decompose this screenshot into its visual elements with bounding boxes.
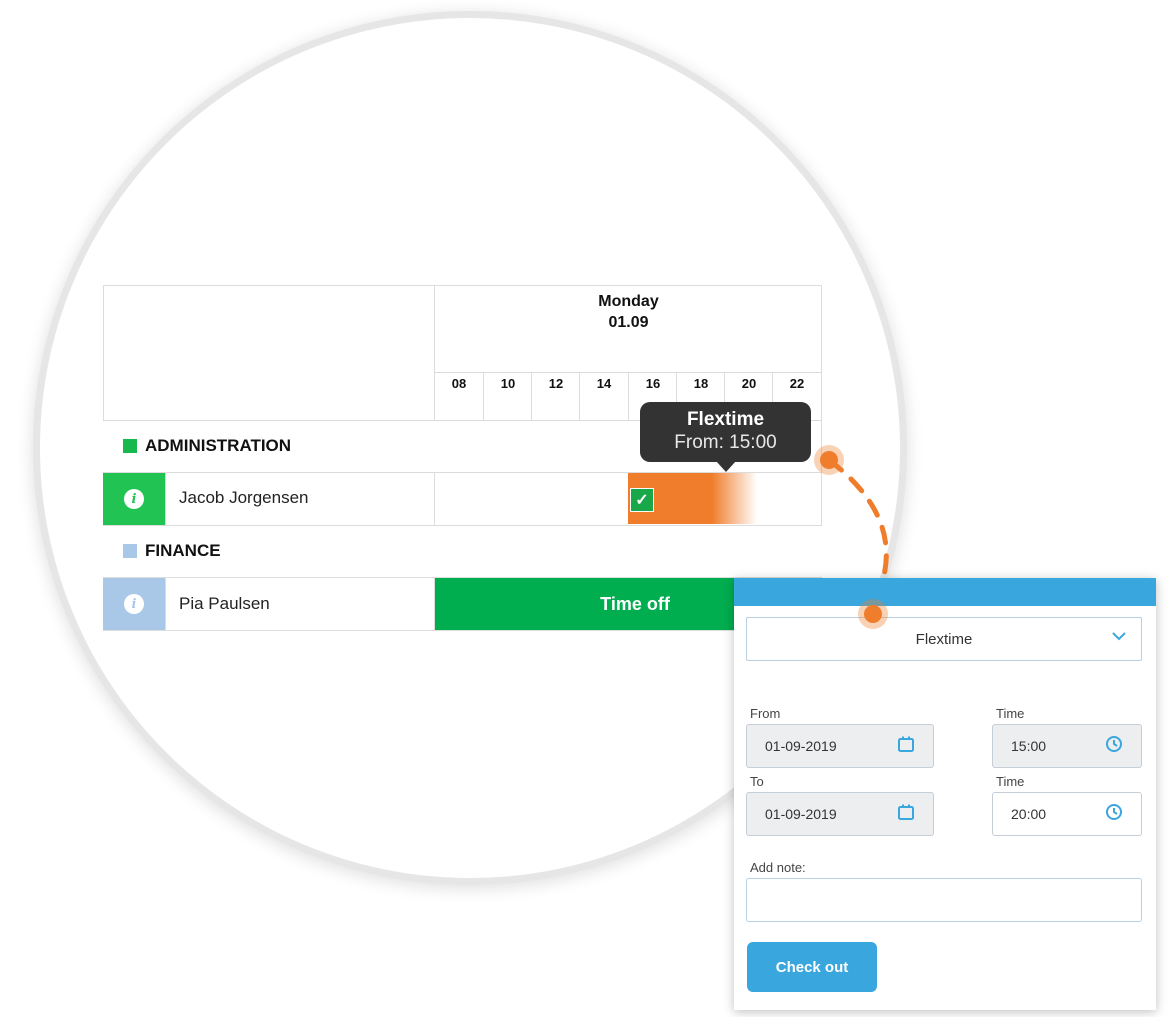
calendar-icon[interactable] bbox=[897, 735, 915, 756]
to-time-value: 20:00 bbox=[1011, 806, 1047, 822]
calendar-icon[interactable] bbox=[897, 803, 915, 824]
clock-icon[interactable] bbox=[1105, 735, 1123, 756]
note-input[interactable] bbox=[746, 878, 1142, 922]
from-date-field[interactable]: 01-09-2019 bbox=[746, 724, 934, 768]
to-date-field[interactable]: 01-09-2019 bbox=[746, 792, 934, 836]
to-time-label: Time bbox=[996, 774, 1025, 789]
chevron-down-icon[interactable] bbox=[1111, 628, 1127, 649]
panel-header bbox=[734, 578, 1156, 606]
absence-type-select[interactable]: Flextime bbox=[746, 617, 1142, 661]
to-date-value: 01-09-2019 bbox=[765, 806, 837, 822]
clock-icon[interactable] bbox=[1105, 803, 1123, 824]
from-date-value: 01-09-2019 bbox=[765, 738, 837, 754]
to-time-field[interactable]: 20:00 bbox=[992, 792, 1142, 836]
checkout-panel: Flextime From Time 01-09-2019 15:00 To T… bbox=[734, 578, 1156, 1010]
from-label: From bbox=[750, 706, 781, 721]
to-label: To bbox=[750, 774, 764, 789]
note-label: Add note: bbox=[750, 860, 806, 875]
connector-start-dot bbox=[820, 451, 838, 469]
check-out-button[interactable]: Check out bbox=[747, 942, 877, 992]
from-time-value: 15:00 bbox=[1011, 738, 1047, 754]
from-time-label: Time bbox=[996, 706, 1025, 721]
from-time-field[interactable]: 15:00 bbox=[992, 724, 1142, 768]
absence-type-value: Flextime bbox=[915, 630, 973, 648]
